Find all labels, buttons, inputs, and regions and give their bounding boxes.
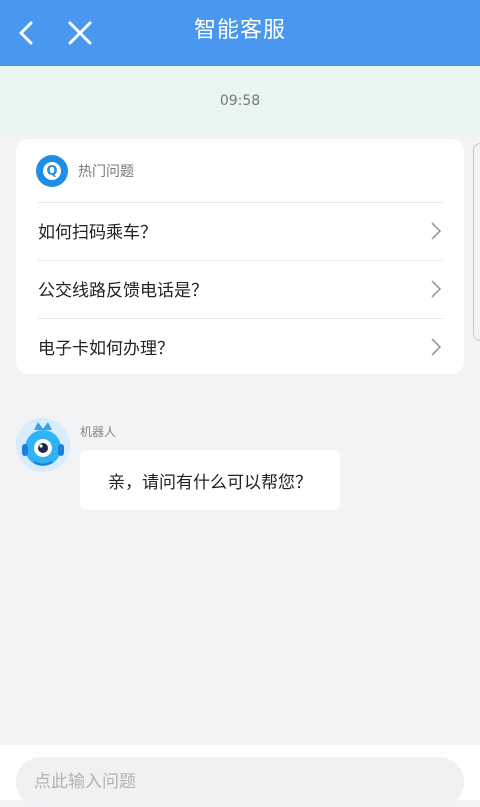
next-card-edge: [473, 143, 480, 341]
chat-bubble: 亲，请问有什么可以帮您？: [80, 450, 340, 510]
back-button[interactable]: [2, 0, 52, 66]
robot-avatar-icon: [16, 418, 70, 472]
chevron-right-icon: [431, 279, 442, 298]
hot-questions-card: Q 热门问题 如何扫码乘车？ 公交线路反馈电话是？ 电子卡如何办理？: [16, 139, 464, 374]
q-logo-icon: Q: [36, 155, 68, 187]
message-timestamp: 09:58: [219, 93, 261, 109]
faq-item-label: 电子卡如何办理？: [38, 339, 174, 359]
faq-item[interactable]: 如何扫码乘车？: [38, 202, 443, 259]
faq-item[interactable]: 电子卡如何办理？: [38, 318, 443, 375]
close-icon: [68, 21, 92, 45]
close-button[interactable]: [55, 0, 105, 66]
faq-item[interactable]: 公交线路反馈电话是？: [38, 260, 443, 317]
sender-name: 机器人: [80, 425, 117, 439]
faq-item-label: 如何扫码乘车？: [38, 223, 157, 243]
chevron-right-icon: [431, 221, 442, 240]
hot-questions-header: Q 热门问题: [36, 155, 134, 187]
chat-message: 亲，请问有什么可以帮您？: [108, 472, 312, 493]
hot-questions-title: 热门问题: [78, 164, 134, 180]
faq-item-label: 公交线路反馈电话是？: [38, 281, 208, 301]
app-header: 智能客服: [0, 0, 480, 66]
chevron-right-icon: [431, 337, 442, 356]
chevron-left-icon: [19, 21, 33, 45]
